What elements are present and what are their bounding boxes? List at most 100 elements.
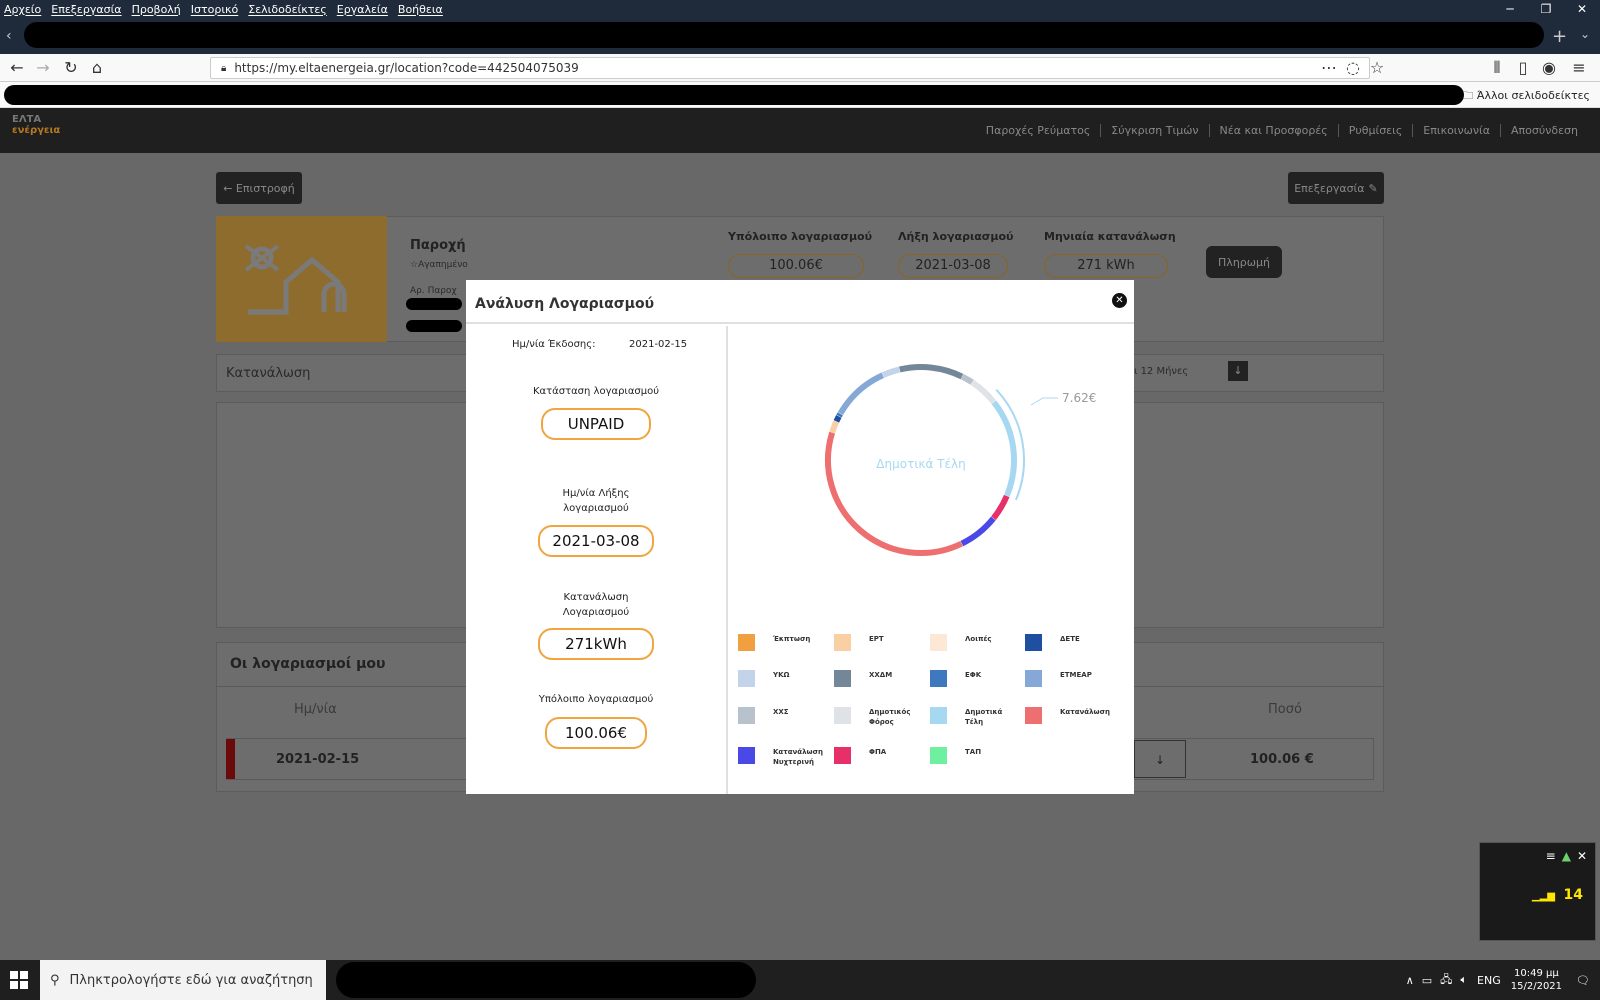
star-bookmark-icon[interactable]: ☆ — [1366, 57, 1388, 79]
favorite-toggle[interactable]: ☆Αγαπημένο — [410, 260, 468, 270]
nav-contact[interactable]: Επικοινωνία — [1412, 124, 1500, 137]
donut-segment-8[interactable] — [881, 366, 901, 378]
tray-device-icon[interactable]: ▭ — [1422, 974, 1432, 987]
volume-icon[interactable]: 🔈︎ — [1460, 973, 1467, 987]
callout-line — [1030, 397, 1058, 406]
legend-swatch — [738, 747, 755, 764]
legend-item[interactable]: ΥΚΩ — [738, 670, 829, 687]
account-icon[interactable]: ◉ — [1538, 57, 1560, 79]
legend-item[interactable]: Λοιπές — [930, 634, 1021, 651]
donut-segment-7[interactable] — [837, 372, 885, 416]
redacted-tabs — [24, 22, 1544, 48]
nav-news[interactable]: Νέα και Προσφορές — [1208, 124, 1338, 137]
period-select[interactable]: ι 12 Μήνες — [1134, 366, 1234, 377]
tab-list-icon[interactable]: ⌄ — [1580, 27, 1590, 41]
back-button[interactable]: ← Επιστροφή — [216, 172, 302, 204]
donut-segment-10[interactable] — [960, 373, 974, 385]
donut-segment-5[interactable] — [833, 415, 842, 423]
widget-collapse-icon[interactable]: ▲ — [1562, 849, 1571, 863]
donut-segment-3[interactable] — [825, 431, 963, 556]
legend-swatch — [930, 747, 947, 764]
pay-button[interactable]: Πληρωμή — [1206, 246, 1282, 278]
tab-scroll-left-icon[interactable]: ‹ — [6, 28, 12, 44]
site-nav: Παροχές Ρεύματος Σύγκριση Τιμών Νέα και … — [976, 108, 1588, 153]
sidebar-icon[interactable]: ▯ — [1512, 57, 1534, 79]
widget-menu-icon[interactable]: ≡ — [1546, 849, 1556, 863]
hamburger-menu-icon[interactable]: ≡ — [1568, 57, 1590, 79]
legend-item[interactable]: ΤΑΠ — [930, 747, 1021, 764]
legend-swatch — [930, 634, 947, 651]
legend-item[interactable]: Δημοτικά Τέλη — [930, 707, 1021, 727]
legend-item[interactable]: ΧΧΔΜ — [834, 670, 925, 687]
widget-close-icon[interactable]: ✕ — [1577, 849, 1587, 863]
close-window-icon[interactable]: ✕ — [1564, 0, 1600, 18]
windows-start-icon[interactable] — [10, 971, 28, 989]
other-bookmarks[interactable]: 🗀︎ Άλλοι σελιδοδείκτες — [1462, 87, 1590, 106]
network-icon[interactable]: 🖧︎ — [1440, 971, 1452, 990]
nav-settings[interactable]: Ρυθμίσεις — [1337, 124, 1413, 137]
more-actions-icon[interactable]: ⋯ — [1318, 57, 1340, 79]
restore-icon[interactable]: ❐ — [1528, 0, 1564, 18]
legend-label: ΕΦΚ — [965, 671, 982, 679]
donut-segment-2[interactable] — [960, 516, 996, 547]
back-arrow-icon[interactable]: ← — [6, 57, 28, 79]
legend-item[interactable]: ΕΤΜΕΑΡ — [1025, 670, 1116, 687]
navigation-bar: ← → ↻ ⌂ 🔒︎ https://my.eltaenergeia.gr/lo… — [0, 54, 1600, 82]
new-tab-icon[interactable]: + — [1552, 26, 1567, 47]
legend-item[interactable]: ΕΦΚ — [930, 670, 1021, 687]
nav-supplies[interactable]: Παροχές Ρεύματος — [976, 124, 1101, 137]
edit-button[interactable]: Επεξεργασία ✎ — [1288, 172, 1384, 204]
menu-bar: Αρχείο Επεξεργασία Προβολή Ιστορικό Σελι… — [0, 0, 1600, 18]
legend-item[interactable]: ΧΧΣ — [738, 707, 829, 724]
balance-pill: 100.06€ — [728, 254, 864, 278]
tray-chevron-icon[interactable]: ∧ — [1406, 974, 1414, 987]
menu-edit[interactable]: Επεξεργασία — [51, 3, 121, 16]
legend-item[interactable]: Έκπτωση — [738, 634, 829, 651]
nav-compare[interactable]: Σύγκριση Τιμών — [1100, 124, 1208, 137]
reload-icon[interactable]: ↻ — [60, 57, 82, 79]
library-icon[interactable]: ⫴ — [1486, 57, 1508, 79]
tab-strip: ‹ + ⌄ — [0, 18, 1600, 54]
language-indicator[interactable]: ENG — [1477, 974, 1501, 987]
menu-view[interactable]: Προβολή — [132, 3, 181, 16]
nav-logout[interactable]: Αποσύνδεση — [1500, 124, 1588, 137]
legend-item[interactable]: Δημοτικός Φόρος — [834, 707, 925, 727]
donut-segment-4[interactable] — [829, 420, 840, 434]
site-logo[interactable]: ΕΛΤΑ ενέργεια — [12, 114, 68, 148]
donut-segment-11[interactable] — [970, 380, 996, 404]
legend-item[interactable]: ΔΕΤΕ — [1025, 634, 1116, 651]
legend-label: Κατανάλωση Νυχτερινή — [773, 748, 824, 766]
menu-help[interactable]: Βοήθεια — [398, 3, 443, 16]
minimize-icon[interactable]: ─ — [1492, 0, 1528, 18]
legend-item[interactable]: Κατανάλωση Νυχτερινή — [738, 747, 829, 767]
consumption-title: Κατανάλωση — [226, 366, 311, 381]
home-icon[interactable]: ⌂ — [86, 57, 108, 79]
forward-arrow-icon[interactable]: → — [32, 57, 54, 79]
close-icon[interactable]: ✕ — [1112, 293, 1127, 308]
donut-segment-0[interactable] — [991, 400, 1017, 497]
donut-segment-1[interactable] — [991, 494, 1010, 521]
due-date-pill: 2021-03-08 — [538, 525, 654, 557]
legend-item[interactable]: ΕΡΤ — [834, 634, 925, 651]
url-text: https://my.eltaenergeia.gr/location?code… — [234, 61, 579, 75]
period-dropdown-icon[interactable]: ↓ — [1228, 361, 1248, 381]
pocket-icon[interactable]: ◌ — [1342, 57, 1364, 79]
legend-item[interactable]: ΦΠΑ — [834, 747, 925, 764]
menu-bookmarks[interactable]: Σελιδοδείκτες — [248, 3, 327, 16]
clock[interactable]: 10:49 μμ 15/2/2021 — [1511, 967, 1562, 993]
menu-tools[interactable]: Εργαλεία — [337, 3, 388, 16]
menu-history[interactable]: Ιστορικό — [191, 3, 239, 16]
url-bar[interactable]: 🔒︎ https://my.eltaenergeia.gr/location?c… — [210, 57, 1370, 79]
donut-segment-9[interactable] — [899, 364, 964, 380]
legend-item[interactable]: Κατανάλωση — [1025, 707, 1116, 724]
monthly-title: Μηνιαία κατανάλωση — [1044, 230, 1176, 243]
download-icon[interactable]: ↓ — [1134, 740, 1186, 778]
expiry-title: Λήξη λογαριασμού — [898, 230, 1014, 243]
taskbar-search-input[interactable]: ⚲ Πληκτρολογήστε εδώ για αναζήτηση — [40, 960, 326, 1000]
menu-file[interactable]: Αρχείο — [4, 3, 41, 16]
donut-segment-6[interactable] — [836, 412, 843, 418]
edit-icon: ✎ — [1368, 181, 1378, 195]
notifications-icon[interactable]: 🗨︎ — [1576, 974, 1590, 987]
issue-date-value: 2021-02-15 — [629, 339, 688, 350]
legend-label: Λοιπές — [965, 635, 992, 643]
